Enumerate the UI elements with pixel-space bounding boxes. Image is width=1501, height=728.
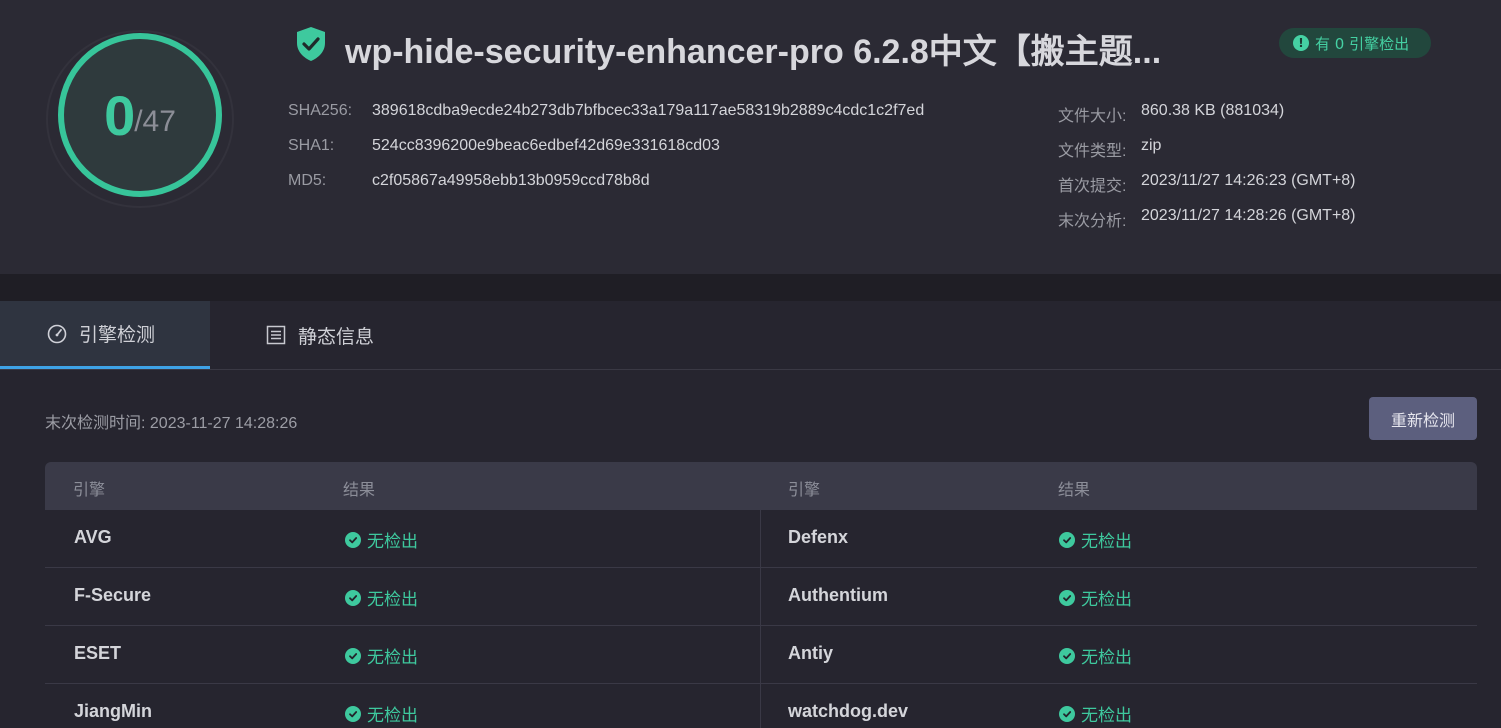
hash-value[interactable]: c2f05867a49958ebb13b0959ccd78b8d — [372, 172, 650, 190]
info-value: 860.38 KB (881034) — [1141, 102, 1285, 119]
check-circle-icon — [345, 705, 361, 722]
result-text: 无检出 — [1081, 706, 1132, 726]
engine-name: AVG — [74, 527, 112, 547]
tab-bar: 引擎检测 静态信息 — [0, 301, 1501, 370]
engine-name: Authentium — [788, 585, 888, 605]
column-header-engine: 引擎 — [73, 480, 106, 499]
info-value: 2023/11/27 14:26:23 (GMT+8) — [1141, 172, 1356, 189]
info-label: 文件类型: — [1058, 143, 1127, 160]
result-cell: 无检出 — [1059, 701, 1132, 726]
tab-label: 引擎检测 — [79, 324, 156, 346]
info-label: 末次分析: — [1058, 213, 1127, 230]
table-row: F-Secure 无检出 Authentium 无检出 — [45, 568, 1477, 626]
detected-count: 0 — [104, 83, 135, 147]
redetect-button[interactable]: 重新检测 — [1369, 397, 1477, 440]
section-divider — [0, 274, 1501, 301]
file-title: wp-hide-security-enhancer-pro 6.2.8中文【搬主… — [345, 33, 1162, 71]
check-circle-icon — [1059, 531, 1075, 548]
result-cell: 无检出 — [1059, 527, 1132, 552]
result-text: 无检出 — [367, 648, 418, 668]
badge-label: 有 0 引擎检出 — [1315, 34, 1410, 53]
engine-name: Antiy — [788, 643, 833, 663]
column-header-result: 结果 — [343, 480, 376, 499]
engine-name: JiangMin — [74, 701, 153, 721]
check-circle-icon — [345, 647, 361, 664]
detection-score: 0 /47 — [58, 33, 222, 197]
list-icon — [266, 325, 286, 345]
result-text: 无检出 — [367, 706, 418, 726]
result-text: 无检出 — [367, 532, 418, 552]
result-cell: 无检出 — [1059, 585, 1132, 610]
check-circle-icon — [1059, 705, 1075, 722]
result-cell: 无检出 — [345, 643, 418, 668]
engine-name: Defenx — [788, 527, 849, 547]
result-text: 无检出 — [1081, 532, 1132, 552]
check-circle-icon — [345, 589, 361, 606]
hash-label: SHA1: — [288, 137, 335, 154]
result-text: 无检出 — [367, 590, 418, 610]
detection-badge: ! 有 0 引擎检出 — [1279, 28, 1431, 58]
hash-label: SHA256: — [288, 102, 353, 119]
check-circle-icon — [1059, 589, 1075, 606]
engine-name: ESET — [74, 643, 122, 663]
column-header-engine: 引擎 — [788, 480, 821, 499]
engine-name: watchdog.dev — [788, 701, 909, 721]
info-label: 文件大小: — [1058, 108, 1127, 125]
hash-value[interactable]: 524cc8396200e9beac6edbef42d69e331618cd03 — [372, 137, 720, 155]
column-header-result: 结果 — [1058, 480, 1091, 499]
result-text: 无检出 — [1081, 590, 1132, 610]
tab-static-info[interactable]: 静态信息 — [266, 301, 426, 369]
alert-icon: ! — [1293, 35, 1309, 51]
engine-results-table: 引擎 结果 引擎 结果 AVG 无检出 Defenx 无检出 F-Secure … — [45, 462, 1477, 728]
last-detect-time: 末次检测时间: 2023-11-27 14:28:26 — [45, 415, 298, 432]
check-circle-icon — [1059, 647, 1075, 664]
result-cell: 无检出 — [1059, 643, 1132, 668]
tab-label: 静态信息 — [298, 325, 375, 348]
result-text: 无检出 — [1081, 648, 1132, 668]
tab-engine-detection[interactable]: 引擎检测 — [0, 301, 210, 369]
gauge-icon — [47, 324, 67, 343]
engine-name: F-Secure — [74, 585, 152, 605]
result-cell: 无检出 — [345, 701, 418, 726]
table-row: ESET 无检出 Antiy 无检出 — [45, 626, 1477, 684]
result-cell: 无检出 — [345, 585, 418, 610]
result-cell: 无检出 — [345, 527, 418, 552]
hash-value[interactable]: 389618cdba9ecde24b273db7bfbcec33a179a117… — [372, 102, 924, 120]
table-header: 引擎 结果 引擎 结果 — [45, 462, 1477, 510]
table-row: AVG 无检出 Defenx 无检出 — [45, 510, 1477, 568]
info-label: 首次提交: — [1058, 178, 1127, 195]
total-engines: /47 — [134, 105, 176, 138]
info-value: 2023/11/27 14:28:26 (GMT+8) — [1141, 207, 1356, 224]
hash-label: MD5: — [288, 172, 327, 189]
check-circle-icon — [345, 531, 361, 548]
shield-check-icon — [297, 27, 325, 61]
info-value: zip — [1141, 137, 1162, 154]
table-row: JiangMin 无检出 watchdog.dev 无检出 — [45, 684, 1477, 728]
